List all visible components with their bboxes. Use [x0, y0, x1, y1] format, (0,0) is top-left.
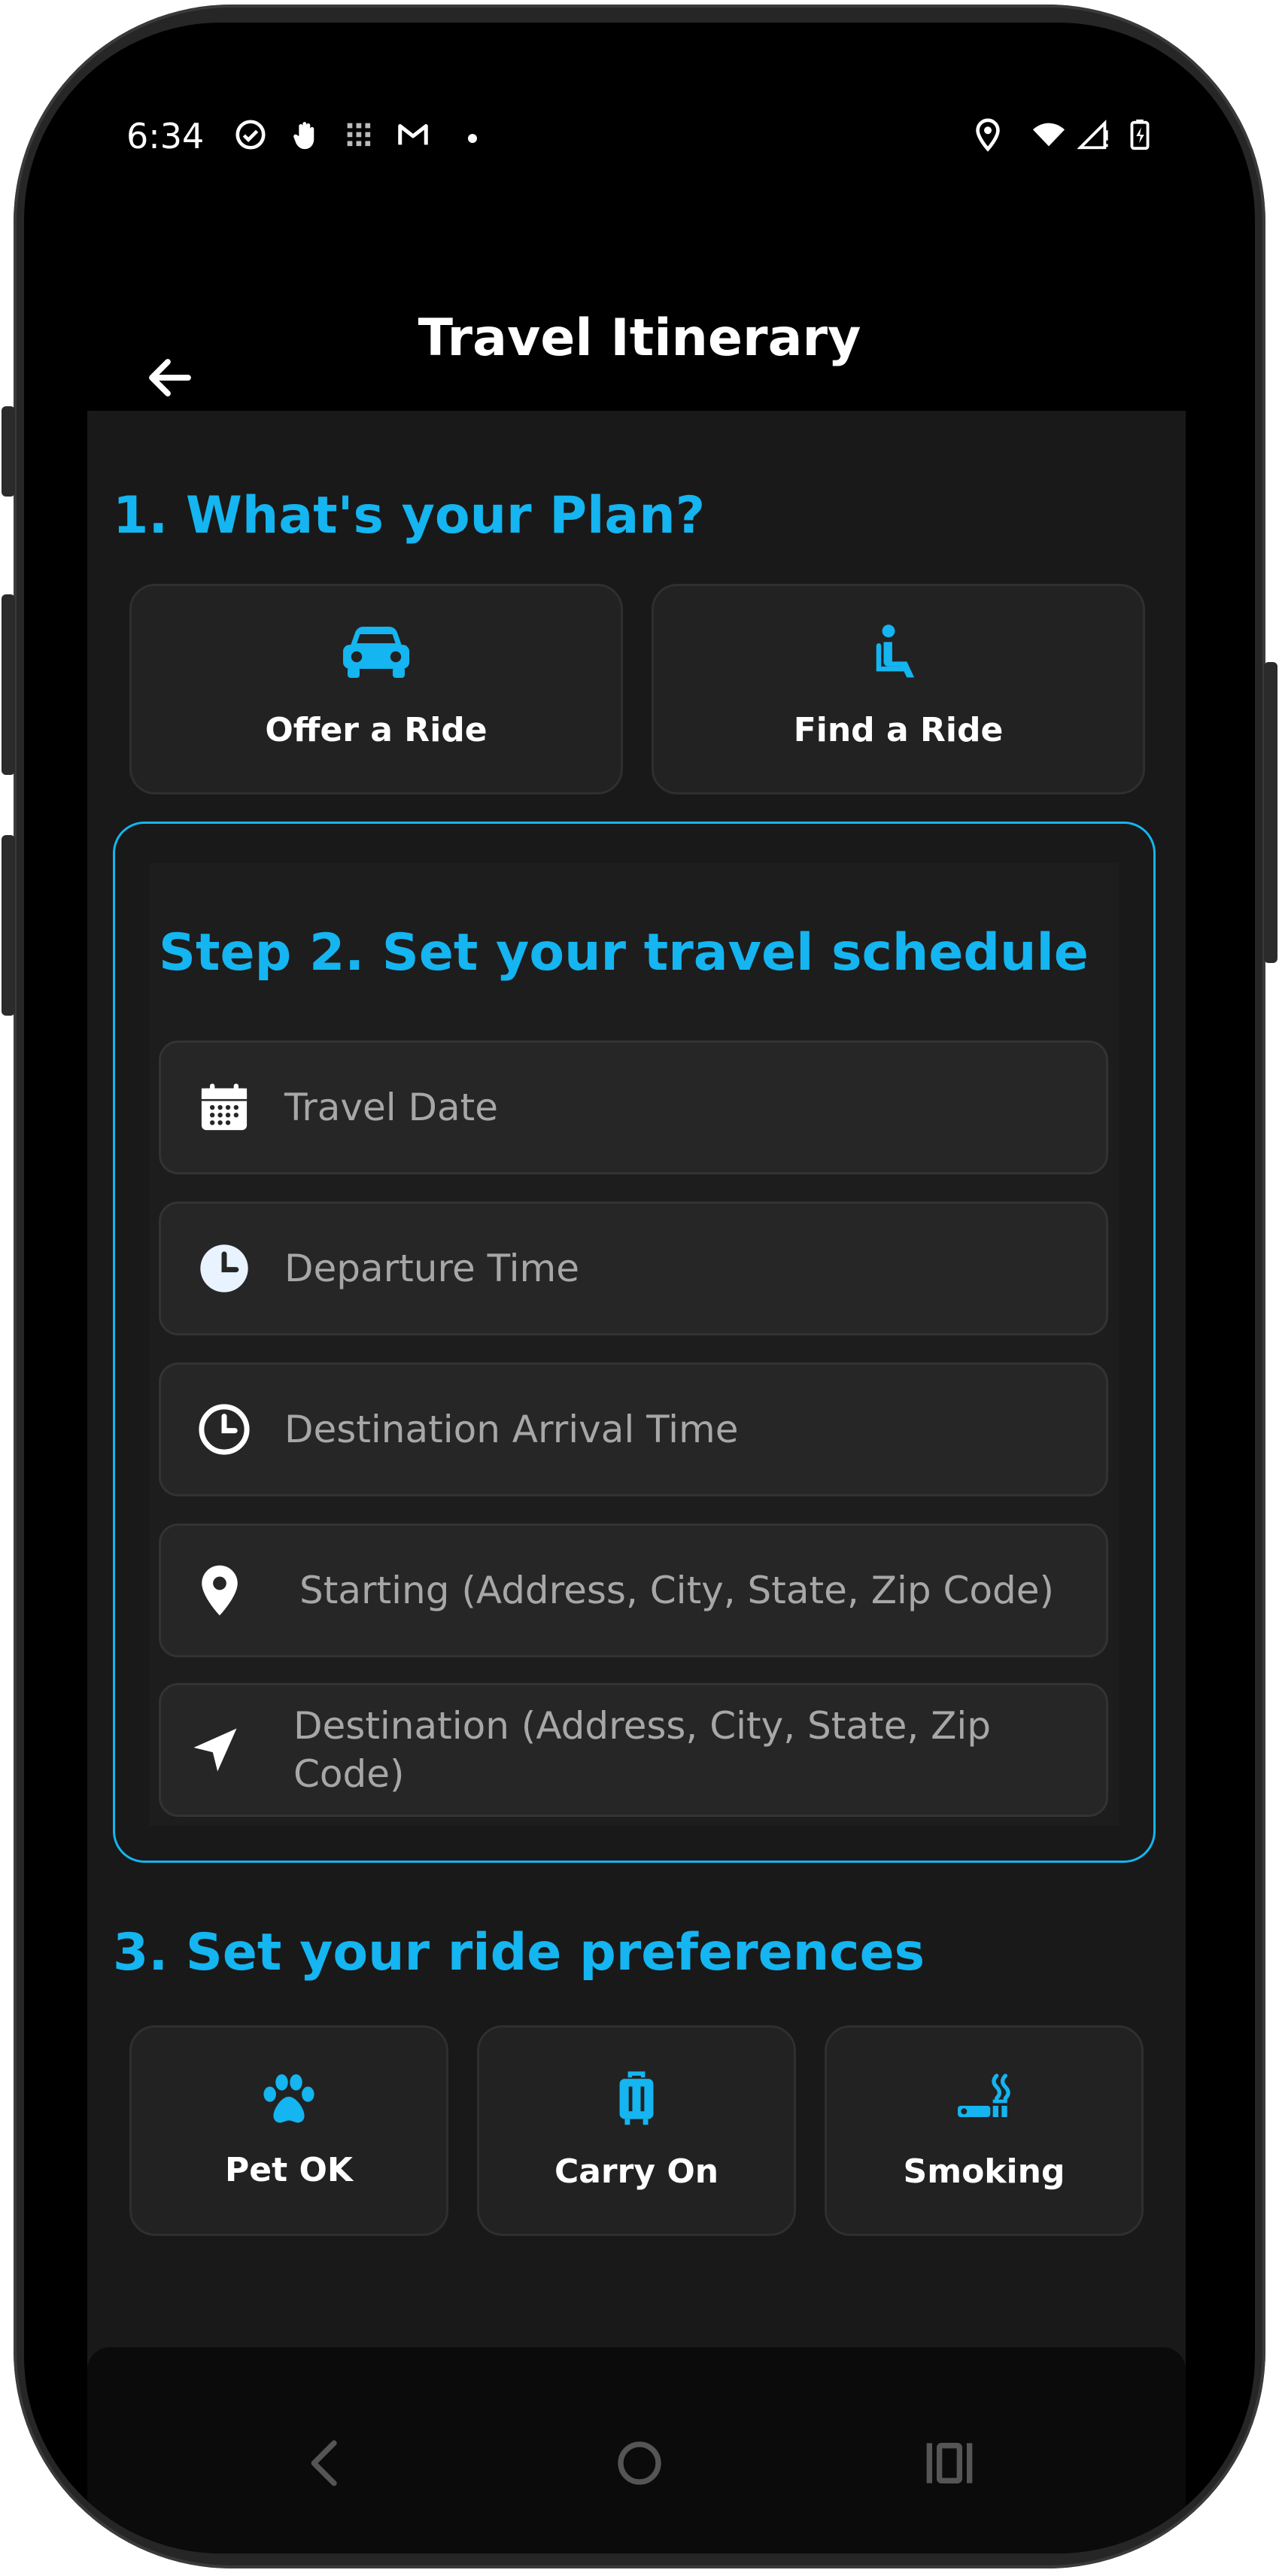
- hand-icon: [287, 117, 322, 152]
- grid-icon: [342, 117, 376, 152]
- destination-address-placeholder: Destination (Address, City, State, Zip C…: [293, 1704, 992, 1796]
- find-ride-button[interactable]: Find a Ride: [652, 584, 1145, 794]
- section-schedule-heading: Step 2. Set your travel schedule: [159, 923, 1089, 983]
- car-icon: [339, 622, 414, 682]
- starting-address-field[interactable]: Starting (Address, City, State, Zip Code…: [159, 1523, 1108, 1657]
- signal-icon: [1077, 117, 1112, 152]
- offer-ride-button[interactable]: Offer a Ride: [129, 584, 623, 794]
- pet-ok-option[interactable]: Pet OK: [129, 2025, 448, 2236]
- map-pin-icon: [191, 1562, 248, 1619]
- power-button: [1264, 662, 1277, 963]
- clock-outline-icon: [196, 1401, 253, 1458]
- luggage-icon: [615, 2070, 658, 2127]
- location-icon: [971, 117, 1005, 152]
- destination-address-field[interactable]: Destination (Address, City, State, Zip C…: [159, 1683, 1108, 1817]
- status-time: 6:34: [126, 116, 205, 156]
- starting-address-placeholder: Starting (Address, City, State, Zip Code…: [299, 1569, 1054, 1612]
- section-preferences-heading: 3. Set your ride preferences: [113, 1923, 925, 1982]
- phone-screen: 6:34 Travel Itinerary 1. What's your Pla…: [24, 23, 1255, 2553]
- carry-on-option[interactable]: Carry On: [477, 2025, 796, 2236]
- section-plan-heading: 1. What's your Plan?: [113, 486, 706, 545]
- page-title: Travel Itinerary: [418, 308, 861, 368]
- nav-home-icon[interactable]: [609, 2433, 670, 2493]
- smoking-label: Smoking: [903, 2152, 1065, 2191]
- smoking-icon: [954, 2068, 1014, 2128]
- pet-ok-label: Pet OK: [225, 2151, 353, 2189]
- paw-icon: [260, 2073, 317, 2125]
- nav-back-icon[interactable]: [296, 2433, 357, 2493]
- arrival-time-placeholder: Destination Arrival Time: [284, 1408, 739, 1451]
- calendar-icon: [196, 1079, 253, 1136]
- side-button: [2, 835, 15, 1016]
- dot-icon: [468, 134, 477, 143]
- side-button: [2, 594, 15, 775]
- schedule-panel: Step 2. Set your travel schedule Travel …: [150, 863, 1119, 1826]
- nav-recents-icon[interactable]: [919, 2433, 980, 2493]
- carry-on-label: Carry On: [554, 2152, 719, 2191]
- travel-date-field[interactable]: Travel Date: [159, 1040, 1108, 1174]
- find-ride-label: Find a Ride: [793, 711, 1004, 749]
- seated-person-icon: [872, 624, 925, 682]
- wifi-icon: [1028, 117, 1070, 152]
- arrival-time-field[interactable]: Destination Arrival Time: [159, 1362, 1108, 1496]
- status-bar: 6:34: [24, 23, 1255, 158]
- schedule-section: Step 2. Set your travel schedule Travel …: [113, 822, 1156, 1863]
- departure-time-placeholder: Departure Time: [284, 1247, 579, 1290]
- itinerary-content: 1. What's your Plan? Offer a Ride Find a…: [87, 411, 1186, 2367]
- clock-filled-icon: [196, 1240, 253, 1297]
- smoking-option[interactable]: Smoking: [825, 2025, 1144, 2236]
- side-button: [2, 406, 15, 497]
- navigation-arrow-icon: [187, 1721, 244, 1779]
- travel-date-placeholder: Travel Date: [284, 1086, 499, 1129]
- offer-ride-label: Offer a Ride: [265, 711, 488, 749]
- gmail-icon: [396, 117, 430, 152]
- departure-time-field[interactable]: Departure Time: [159, 1201, 1108, 1335]
- battery-charging-icon: [1123, 117, 1157, 152]
- check-circle-icon: [233, 117, 268, 152]
